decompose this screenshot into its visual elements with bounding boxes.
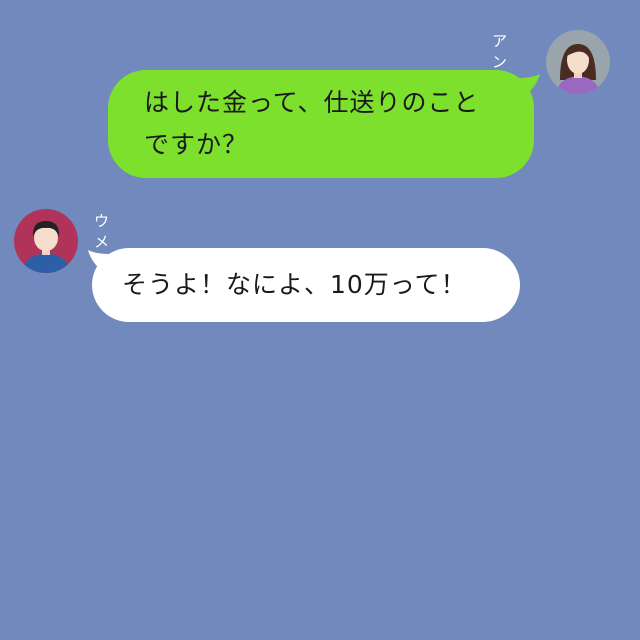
message-line: はした金って、仕送りのこと (144, 88, 480, 117)
message-line: ですか？ (144, 130, 249, 159)
bubble-tail (88, 250, 110, 272)
older-woman-avatar-icon[interactable] (14, 209, 78, 273)
bubble-tail (518, 74, 540, 96)
message-bubble[interactable]: はした金って、仕送りのこと ですか？ (108, 70, 534, 178)
chat-area[interactable]: アン はした金って、仕送りのこと ですか？ ウメ そうよ！なによ、10万って！ (0, 0, 640, 640)
sender-name: ウメ (94, 212, 111, 251)
woman-avatar-icon[interactable] (546, 30, 610, 94)
message-line: そうよ！なによ、10万って！ (122, 270, 467, 299)
sender-name: アン (492, 32, 509, 71)
message-bubble[interactable]: そうよ！なによ、10万って！ (92, 248, 520, 322)
